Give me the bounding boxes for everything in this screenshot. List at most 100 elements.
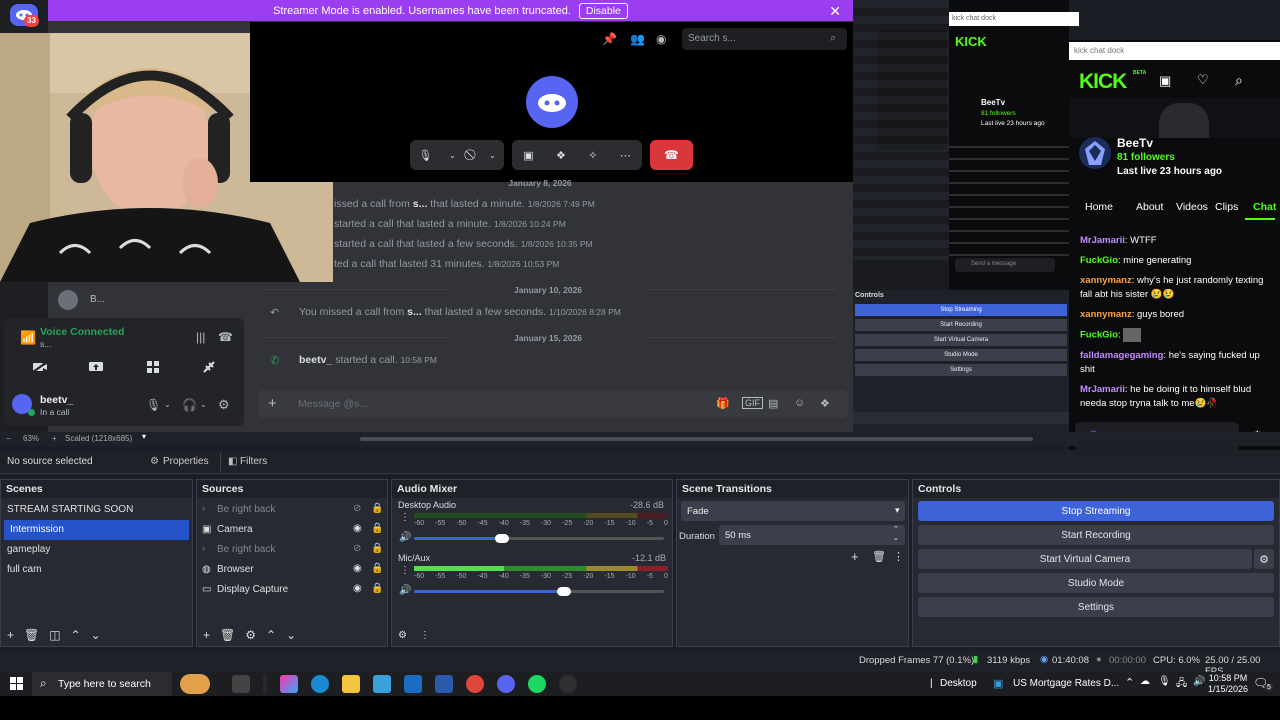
plus-icon[interactable]: + xyxy=(52,434,57,443)
scene-item-selected[interactable]: Intermission xyxy=(4,520,189,540)
taskbar-search[interactable]: ⌕ Type here to search xyxy=(32,672,172,696)
properties-button[interactable]: Properties xyxy=(163,456,209,467)
chevron-down-icon[interactable]: ⌄ xyxy=(200,400,207,409)
chevron-down-icon[interactable]: ⌄ xyxy=(489,151,496,160)
spotify-icon[interactable] xyxy=(528,675,546,693)
discord-icon[interactable] xyxy=(497,675,515,693)
message-input[interactable]: + Message @s... 🎁 GIF ▤ ☺ ❖ xyxy=(258,390,848,418)
lock-icon[interactable]: 🔒 xyxy=(371,563,383,574)
pin-icon[interactable]: 📌 xyxy=(602,32,617,46)
sticker-icon[interactable]: ▤ xyxy=(768,397,778,410)
start-virtual-camera-button[interactable]: Start Virtual Camera xyxy=(918,549,1252,569)
filter-icon[interactable]: ◫ xyxy=(49,628,60,642)
avatar[interactable] xyxy=(58,290,78,310)
emoji-icon[interactable]: ☺ xyxy=(794,397,805,409)
desktop-toolbar[interactable]: Desktop xyxy=(940,678,977,689)
search-input[interactable]: Search s... ⌕ xyxy=(682,28,847,50)
store-icon[interactable] xyxy=(373,675,391,693)
add-icon[interactable]: + xyxy=(203,628,210,642)
lock-icon[interactable]: 🔒 xyxy=(371,503,383,514)
chevron-down-icon[interactable]: ⌄ xyxy=(164,400,171,409)
up-icon[interactable]: ⌃ xyxy=(266,628,276,642)
mail-icon[interactable] xyxy=(404,675,422,693)
widgets-icon[interactable] xyxy=(263,675,267,693)
chevron-up-icon[interactable]: ⌃ xyxy=(1125,676,1134,689)
scene-item[interactable]: STREAM STARTING SOON xyxy=(1,500,192,520)
cloud-icon[interactable]: ☁ xyxy=(1140,676,1150,687)
volume-icon[interactable]: 🔊 xyxy=(1193,676,1205,687)
kebab-icon[interactable]: ⋮ xyxy=(420,630,430,641)
leave-call-button[interactable]: ☎ xyxy=(650,140,693,170)
stop-streaming-button[interactable]: Stop Streaming xyxy=(918,501,1274,521)
lock-icon[interactable]: 🔒 xyxy=(371,543,383,554)
activities-icon[interactable] xyxy=(138,354,168,380)
source-item[interactable]: ▫ Be right back ⊘ 🔒 xyxy=(197,540,387,560)
tab-home[interactable]: Home xyxy=(1085,201,1113,213)
screen-share-icon[interactable] xyxy=(81,354,111,380)
lock-icon[interactable]: 🔒 xyxy=(371,583,383,594)
heart-icon[interactable]: ♡ xyxy=(1197,72,1209,88)
edge-icon[interactable] xyxy=(311,675,329,693)
eye-icon[interactable]: ◉ xyxy=(353,563,362,574)
gift-icon[interactable]: 🎁 xyxy=(716,397,730,410)
tab-chat[interactable]: Chat xyxy=(1253,201,1276,213)
add-attachment-icon[interactable]: + xyxy=(268,395,277,412)
search-icon[interactable]: ⌕ xyxy=(1235,72,1243,89)
hidden-icon[interactable]: ⊘ xyxy=(353,503,361,514)
camera-off-icon[interactable] xyxy=(25,354,55,380)
add-icon[interactable]: + xyxy=(851,549,859,564)
obs-icon[interactable] xyxy=(559,675,577,693)
volume-knob[interactable] xyxy=(557,587,571,596)
source-item[interactable]: ◍ Browser ◉ 🔒 xyxy=(197,560,387,580)
trash-icon[interactable]: 🗑 xyxy=(872,550,886,563)
source-item[interactable]: ▫ Be right back ⊘ 🔒 xyxy=(197,500,387,520)
duration-input[interactable]: 50 ms ⌃ ⌄ xyxy=(719,525,905,545)
add-friend-icon[interactable]: 👥 xyxy=(630,32,645,46)
clock-time[interactable]: 10:58 PM xyxy=(1208,673,1248,683)
scene-item[interactable]: full cam xyxy=(1,560,192,580)
trash-icon[interactable]: 🗑 xyxy=(220,628,235,642)
gear-icon[interactable]: ⚙ xyxy=(218,397,230,413)
source-item[interactable]: ▭ Display Capture ◉ 🔒 xyxy=(197,580,387,600)
gear-icon[interactable]: ⚙ xyxy=(1254,549,1274,569)
soundboard-icon[interactable]: ✧ xyxy=(588,149,597,162)
add-icon[interactable]: + xyxy=(7,628,14,642)
file-explorer-icon[interactable] xyxy=(342,675,360,693)
lock-icon[interactable]: 🔒 xyxy=(371,523,383,534)
scene-item[interactable]: gameplay xyxy=(1,540,192,560)
volume-knob[interactable] xyxy=(494,534,509,543)
kebab-icon[interactable]: ⋮ xyxy=(400,565,410,576)
noise-suppression-icon[interactable]: ||| xyxy=(196,330,205,344)
profile-icon[interactable]: ◉ xyxy=(656,32,666,46)
mic-icon[interactable]: 🎙 xyxy=(418,149,432,162)
disconnect-icon[interactable]: ☎ xyxy=(218,330,233,344)
clock-date[interactable]: 1/15/2026 xyxy=(1206,684,1250,694)
gif-icon[interactable]: GIF xyxy=(742,397,763,409)
stepper-down-icon[interactable]: ⌄ xyxy=(893,534,899,542)
start-recording-button[interactable]: Start Recording xyxy=(918,525,1274,545)
kebab-icon[interactable]: ⋮ xyxy=(400,512,410,523)
hidden-icon[interactable]: ⊘ xyxy=(353,543,361,554)
mic-icon[interactable]: 🎙 xyxy=(1158,676,1171,687)
calendar-icon[interactable] xyxy=(435,675,453,693)
apps-icon[interactable]: ❖ xyxy=(820,397,830,410)
channel-avatar[interactable] xyxy=(1079,137,1111,169)
kebab-icon[interactable]: ⋮ xyxy=(893,550,904,563)
volume-icon[interactable]: 🔊 xyxy=(399,585,411,596)
mic-icon[interactable]: 🎙 xyxy=(146,398,161,412)
copilot-icon[interactable] xyxy=(280,675,298,693)
screen-share-icon[interactable]: ▣ xyxy=(523,149,533,162)
down-icon[interactable]: ⌄ xyxy=(91,628,101,642)
gear-icon[interactable]: ⚙ xyxy=(245,628,256,642)
volume-icon[interactable]: 🔊 xyxy=(399,532,411,543)
theater-icon[interactable]: ▣ xyxy=(1159,73,1171,89)
soundboard-icon[interactable] xyxy=(194,354,224,380)
settings-button[interactable]: Settings xyxy=(918,597,1274,617)
studio-mode-button[interactable]: Studio Mode xyxy=(918,573,1274,593)
headphones-icon[interactable]: 🎧 xyxy=(182,398,197,412)
chevron-down-icon[interactable]: ⌄ xyxy=(449,151,456,160)
trash-icon[interactable]: 🗑 xyxy=(24,628,39,642)
network-icon[interactable]: 🖧 xyxy=(1176,676,1187,693)
up-icon[interactable]: ⌃ xyxy=(71,628,81,642)
eye-icon[interactable]: ◉ xyxy=(353,583,362,594)
